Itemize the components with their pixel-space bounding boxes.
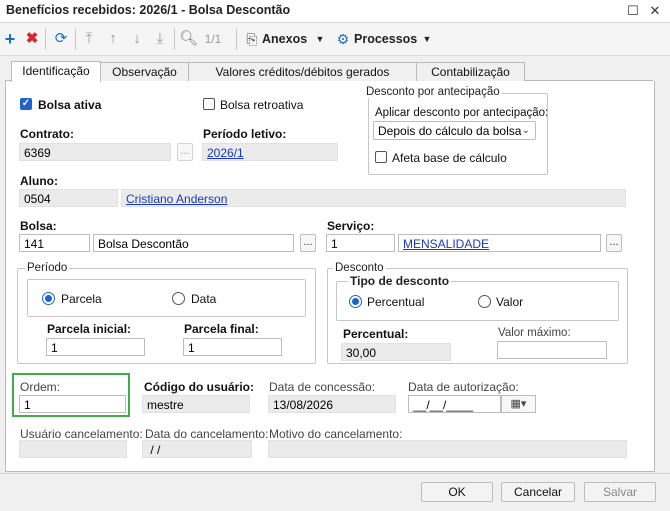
usuario-cancelamento-field[interactable]: [19, 440, 127, 458]
ordem-field[interactable]: 1: [19, 395, 126, 413]
percentual-label: Percentual:: [343, 327, 409, 341]
footer-divider: [0, 473, 670, 474]
servico-label: Serviço:: [327, 219, 375, 233]
bolsa-retroativa-checkbox[interactable]: [203, 98, 215, 110]
next-record-icon[interactable]: ↓: [129, 28, 145, 50]
ordem-label: Ordem:: [20, 380, 61, 394]
title-bar: Benefícios recebidos: 2026/1 - Bolsa Des…: [0, 0, 670, 23]
data-concessao-field[interactable]: 13/08/2026: [268, 395, 396, 413]
tab-contabilizacao[interactable]: Contabilização: [416, 62, 525, 81]
parcela-radio[interactable]: [42, 292, 55, 305]
data-cancelamento-field[interactable]: / /: [142, 440, 252, 458]
contrato-label: Contrato:: [20, 127, 74, 141]
parcela-inicial-label: Parcela inicial:: [47, 322, 132, 336]
bolsa-retroativa-label: Bolsa retroativa: [220, 98, 304, 112]
codigo-usuario-field[interactable]: mestre: [142, 395, 250, 413]
aluno-name-link[interactable]: Cristiano Anderson: [126, 192, 227, 206]
cancelar-button[interactable]: Cancelar: [501, 482, 575, 502]
chevron-down-icon[interactable]: ▼: [315, 28, 325, 50]
percentual-option-label: Percentual: [367, 295, 425, 309]
parcela-label: Parcela: [61, 292, 102, 306]
toolbar-separator: [174, 28, 175, 50]
bolsa-name-field[interactable]: Bolsa Descontão: [93, 234, 294, 252]
percentual-radio[interactable]: [349, 295, 362, 308]
servico-code-field[interactable]: 1: [326, 234, 395, 252]
toolbar: + ✖ ⟳ ⤒ ↑ ↓ ⤓ 🔍︎ 1/1 ⎘ Anexos ▼ ⚙ Proces…: [0, 23, 670, 56]
aluno-label: Aluno:: [20, 174, 58, 188]
servico-lookup-button[interactable]: ...: [606, 234, 622, 252]
parcela-final-label: Parcela final:: [184, 322, 259, 336]
tab-observacao[interactable]: Observação: [100, 62, 189, 81]
servico-name-link[interactable]: MENSALIDADE: [403, 237, 489, 251]
periodo-title: Período: [25, 262, 70, 274]
first-record-icon[interactable]: ⤒: [81, 28, 97, 50]
calendar-picker-button[interactable]: ▦▾: [501, 395, 536, 413]
data-cancelamento-label: Data do cancelamento:: [145, 427, 269, 441]
last-record-icon[interactable]: ⤓: [152, 28, 168, 50]
ok-button[interactable]: OK: [421, 482, 493, 502]
delete-icon[interactable]: ✖: [24, 28, 40, 50]
toolbar-separator: [45, 28, 46, 50]
bolsa-ativa-checkbox[interactable]: ✓: [20, 98, 32, 110]
bolsa-code-field[interactable]: 141: [19, 234, 90, 252]
valor-maximo-label: Valor máximo:: [498, 327, 571, 339]
data-concessao-label: Data de concessão:: [269, 380, 376, 394]
periodo-letivo-label: Período letivo:: [203, 127, 287, 141]
toolbar-separator: [75, 28, 76, 50]
valor-option-label: Valor: [496, 295, 524, 309]
data-label: Data: [191, 292, 217, 306]
window-title: Benefícios recebidos: 2026/1 - Bolsa Des…: [6, 3, 291, 17]
close-icon[interactable]: ✕: [646, 2, 664, 20]
valor-radio[interactable]: [478, 295, 491, 308]
motivo-cancelamento-label: Motivo do cancelamento:: [269, 427, 403, 441]
codigo-usuario-label: Código do usuário:: [144, 380, 254, 394]
aplicar-desconto-select[interactable]: Depois do cálculo da bolsa ⌄: [373, 121, 536, 140]
record-count: 1/1: [204, 32, 222, 46]
salvar-button[interactable]: Salvar: [584, 482, 656, 502]
attachment-icon: ⎘: [246, 31, 258, 47]
chevron-down-icon: ⌄: [521, 125, 530, 136]
desconto-title: Desconto: [333, 262, 386, 274]
tab-valores[interactable]: Valores créditos/débitos gerados: [188, 62, 417, 81]
add-icon[interactable]: +: [2, 28, 18, 50]
aplicar-desconto-label: Aplicar desconto por antecipação:: [375, 107, 549, 119]
parcela-inicial-field[interactable]: 1: [46, 338, 145, 356]
valor-maximo-field[interactable]: [497, 341, 607, 359]
periodo-letivo-field[interactable]: 2026/1: [202, 143, 338, 161]
previous-record-icon[interactable]: ↑: [105, 28, 121, 50]
restore-icon[interactable]: ☐: [624, 2, 642, 20]
bolsa-lookup-button[interactable]: ...: [300, 234, 316, 252]
data-autorizacao-field[interactable]: __/__/____: [408, 395, 501, 413]
anexos-menu[interactable]: Anexos: [262, 28, 307, 50]
tab-identificacao[interactable]: Identificação: [11, 61, 101, 82]
refresh-icon[interactable]: ⟳: [52, 28, 70, 50]
usuario-cancelamento-label: Usuário cancelamento:: [20, 427, 143, 441]
data-autorizacao-label: Data de autorização:: [408, 380, 519, 394]
search-icon[interactable]: 🔍︎: [179, 28, 198, 50]
afeta-base-checkbox[interactable]: [375, 151, 387, 163]
parcela-final-field[interactable]: 1: [183, 338, 282, 356]
calendar-icon: ▦▾: [510, 398, 527, 410]
toolbar-separator: [236, 28, 237, 50]
aluno-name-field[interactable]: Cristiano Anderson: [121, 189, 626, 207]
contrato-field[interactable]: 6369: [19, 143, 171, 161]
afeta-base-label: Afeta base de cálculo: [392, 151, 507, 165]
bolsa-label: Bolsa:: [20, 219, 57, 233]
servico-name-field[interactable]: MENSALIDADE: [398, 234, 601, 252]
bolsa-ativa-label: Bolsa ativa: [38, 98, 102, 112]
processos-menu[interactable]: Processos: [354, 28, 417, 50]
tipo-desconto-title: Tipo de desconto: [348, 274, 452, 288]
periodo-letivo-link[interactable]: 2026/1: [207, 146, 244, 160]
chevron-down-icon[interactable]: ▼: [422, 28, 432, 50]
gear-icon: ⚙: [336, 31, 350, 47]
contrato-lookup-button[interactable]: ...: [177, 143, 193, 161]
desconto-antecipacao-title: Desconto por antecipação: [364, 86, 502, 98]
motivo-cancelamento-field[interactable]: [268, 440, 627, 458]
aplicar-desconto-value: Depois do cálculo da bolsa: [378, 124, 522, 138]
data-radio[interactable]: [172, 292, 185, 305]
percentual-field[interactable]: 30,00: [341, 343, 451, 361]
aluno-code-field[interactable]: 0504: [19, 189, 118, 207]
